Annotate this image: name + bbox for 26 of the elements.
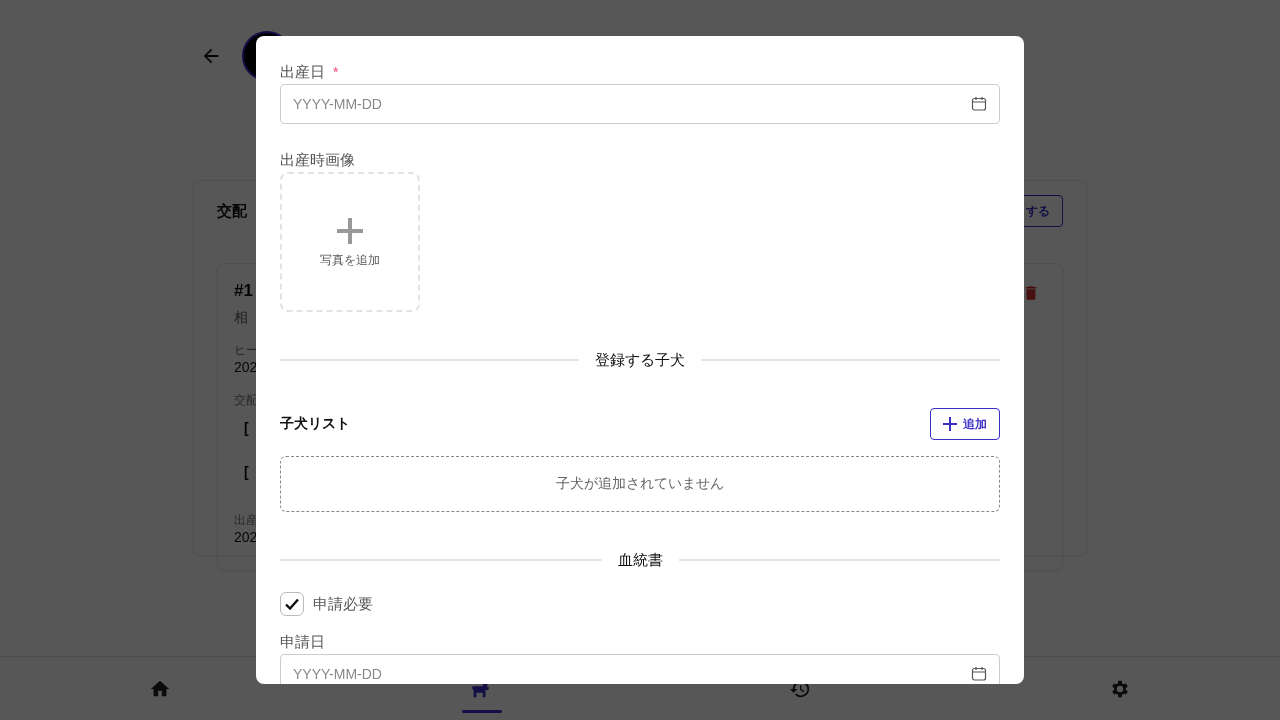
plus-icon bbox=[335, 215, 365, 246]
date-field[interactable]: YYYY-MM-DD bbox=[280, 84, 1000, 124]
calendar-icon[interactable] bbox=[971, 96, 987, 112]
mating-record: [ bbox=[244, 419, 249, 438]
empty-list-message: 子犬が追加されていません bbox=[280, 456, 1000, 512]
section-heading: 血統書 bbox=[617, 550, 663, 570]
checkbox[interactable] bbox=[280, 592, 304, 616]
field-label: 出産日 bbox=[280, 62, 325, 82]
section-heading: 登録する子犬 bbox=[595, 350, 685, 370]
checkmark-icon bbox=[284, 596, 300, 612]
section-title: 交配 bbox=[217, 201, 247, 221]
mating-record: [ bbox=[244, 463, 249, 482]
add-button[interactable]: 追加 bbox=[930, 408, 1000, 440]
photo-upload-button[interactable]: 写真を追加 bbox=[280, 172, 420, 312]
field-value: 202 bbox=[234, 358, 258, 376]
plus-icon bbox=[943, 417, 957, 431]
field-label: 出産時画像 bbox=[280, 150, 355, 170]
calendar-icon[interactable] bbox=[971, 666, 987, 682]
checkbox-label: 申請必要 bbox=[313, 594, 373, 614]
required-mark: * bbox=[333, 63, 339, 82]
partner-text: 相 bbox=[234, 308, 248, 326]
list-title: 子犬リスト bbox=[280, 415, 350, 433]
date-field[interactable]: YYYY-MM-DD bbox=[280, 654, 1000, 684]
field-label: 申請日 bbox=[280, 632, 325, 652]
field-value: 202 bbox=[234, 528, 258, 546]
card-title: #1 bbox=[234, 280, 253, 302]
